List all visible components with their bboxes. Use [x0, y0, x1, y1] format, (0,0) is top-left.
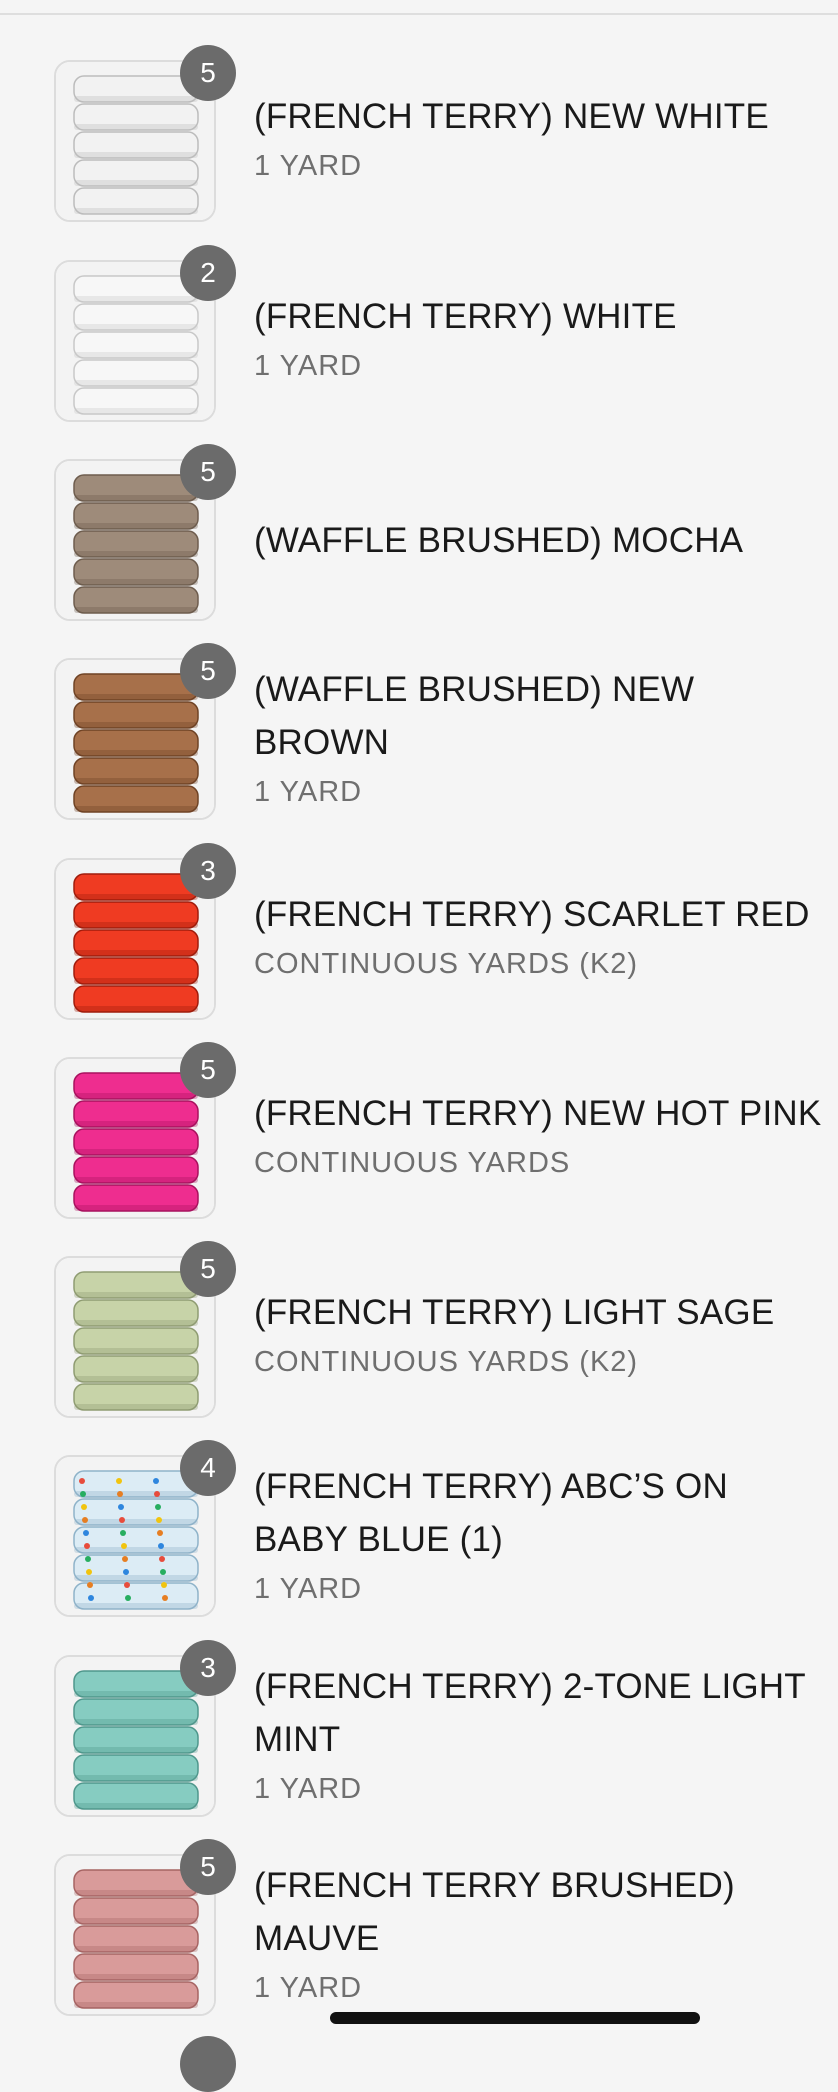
- quantity-badge: 5: [180, 643, 236, 699]
- product-title: (FRENCH TERRY) LIGHT SAGE: [254, 1293, 775, 1332]
- quantity-badge: 5: [180, 444, 236, 500]
- product-title: (FRENCH TERRY) NEW WHITE: [254, 97, 769, 136]
- product-title: (WAFFLE BRUSHED) NEW BROWN: [254, 670, 695, 762]
- cart-item[interactable]: 5 (FRENCH TERRY) NEW HOT PINK CONTINUOUS…: [0, 1042, 838, 1222]
- product-title: (FRENCH TERRY) WHITE: [254, 297, 677, 336]
- product-variant: 1 YARD: [254, 1972, 363, 2004]
- product-variant: 1 YARD: [254, 1573, 363, 1605]
- product-variant: CONTINUOUS YARDS (K2): [254, 1346, 639, 1378]
- cart-item[interactable]: 2 (FRENCH TERRY) WHITE 1 YARD: [0, 245, 838, 425]
- quantity-badge: 4: [180, 1440, 236, 1496]
- cart-item[interactable]: 3 (FRENCH TERRY) 2-TONE LIGHT MINT 1 YAR…: [0, 1640, 838, 1820]
- quantity-badge: 2: [180, 245, 236, 301]
- product-variant: 1 YARD: [254, 776, 363, 808]
- product-title: (FRENCH TERRY) 2-TONE LIGHT MINT: [254, 1667, 806, 1759]
- quantity-badge-next: [180, 2036, 236, 2092]
- quantity-badge: 5: [180, 1042, 236, 1098]
- cart-item[interactable]: 5 (FRENCH TERRY) LIGHT SAGE CONTINUOUS Y…: [0, 1241, 838, 1421]
- home-indicator[interactable]: [330, 2012, 700, 2024]
- cart-item[interactable]: 3 (FRENCH TERRY) SCARLET RED CONTINUOUS …: [0, 843, 838, 1023]
- cart-item[interactable]: 5 (WAFFLE BRUSHED) NEW BROWN 1 YARD: [0, 643, 838, 823]
- quantity-badge: 3: [180, 843, 236, 899]
- product-title: (FRENCH TERRY) ABC’S ON BABY BLUE (1): [254, 1467, 728, 1559]
- product-title: (WAFFLE BRUSHED) MOCHA: [254, 521, 744, 560]
- product-title: (FRENCH TERRY) SCARLET RED: [254, 895, 810, 934]
- quantity-badge: 5: [180, 1839, 236, 1895]
- product-variant: 1 YARD: [254, 350, 363, 382]
- product-title: (FRENCH TERRY BRUSHED) MAUVE: [254, 1866, 735, 1958]
- top-divider: [0, 13, 838, 15]
- product-variant: CONTINUOUS YARDS: [254, 1147, 571, 1179]
- cart-item[interactable]: 5 (WAFFLE BRUSHED) MOCHA: [0, 444, 838, 624]
- product-variant: 1 YARD: [254, 1773, 363, 1805]
- cart-item[interactable]: 5 (FRENCH TERRY BRUSHED) MAUVE 1 YARD: [0, 1839, 838, 2019]
- product-title: (FRENCH TERRY) NEW HOT PINK: [254, 1094, 822, 1133]
- product-variant: 1 YARD: [254, 150, 363, 182]
- quantity-badge: 3: [180, 1640, 236, 1696]
- cart-item[interactable]: 5 (FRENCH TERRY) NEW WHITE 1 YARD: [0, 45, 838, 225]
- quantity-badge: 5: [180, 45, 236, 101]
- product-variant: CONTINUOUS YARDS (K2): [254, 948, 639, 980]
- quantity-badge: 5: [180, 1241, 236, 1297]
- cart-item[interactable]: 4 (FRENCH TERRY) ABC’S ON BABY BLUE (1) …: [0, 1440, 838, 1620]
